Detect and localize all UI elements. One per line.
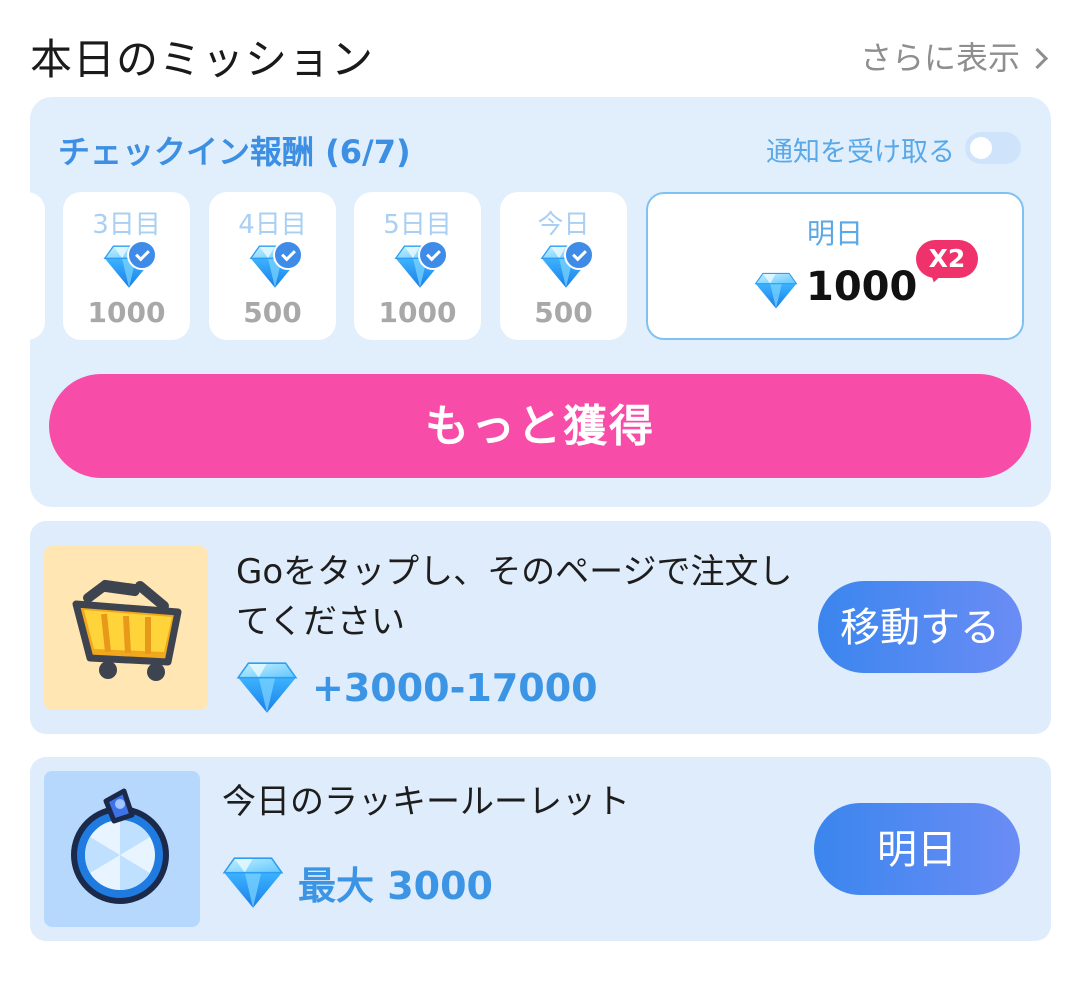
- gem-icon: [540, 240, 594, 290]
- day-cell-previous: [30, 192, 45, 340]
- gem-icon: [236, 661, 298, 715]
- check-icon: [127, 240, 157, 270]
- task-card-roulette: 今日のラッキールーレット 最大 3000 明日: [30, 757, 1051, 941]
- day-cell: 3日目 1000: [63, 192, 190, 340]
- gem-icon: [249, 240, 303, 290]
- multiplier-badge: X2: [916, 240, 978, 278]
- checkin-rewards-card: チェックイン報酬 (6/7) 通知を受け取る 3日目 1000 4日目 500 …: [30, 97, 1051, 507]
- toggle-knob: [970, 137, 992, 159]
- check-icon: [418, 240, 448, 270]
- gem-icon: [394, 240, 448, 290]
- earn-more-button[interactable]: もっと獲得: [49, 374, 1031, 478]
- tomorrow-button[interactable]: 明日: [814, 803, 1020, 895]
- see-more-label: さらに表示: [859, 39, 1020, 77]
- roulette-wheel-icon: [44, 771, 200, 927]
- tomorrow-value: 1000: [806, 264, 918, 310]
- reward-amount: +3000-17000: [312, 666, 598, 710]
- day-cell-today: 今日 500: [500, 192, 627, 340]
- day-value: 500: [534, 296, 593, 329]
- check-icon: [564, 240, 594, 270]
- chevron-right-icon: [1026, 47, 1049, 69]
- go-button[interactable]: 移動する: [818, 581, 1022, 673]
- notify-toggle[interactable]: [965, 132, 1021, 164]
- check-icon: [273, 240, 303, 270]
- notify-label: 通知を受け取る: [766, 137, 955, 168]
- checkin-title: チェックイン報酬 (6/7): [58, 133, 411, 171]
- day-cell-tomorrow: 明日 1000 X2: [646, 192, 1024, 340]
- day-label: 5日目: [383, 210, 452, 240]
- day-label: 今日: [537, 210, 590, 240]
- task-title: Goをタップし、そのページで注文してください: [236, 552, 793, 642]
- gem-icon: [103, 240, 157, 290]
- day-label: 4日目: [238, 210, 307, 240]
- day-value: 1000: [87, 296, 166, 329]
- page-title: 本日のミッション: [30, 35, 375, 84]
- see-more-link[interactable]: さらに表示: [859, 33, 1049, 79]
- gem-icon: [222, 856, 284, 910]
- task-reward: +3000-17000: [236, 661, 598, 715]
- day-value: 500: [243, 296, 302, 329]
- day-cell: 4日目 500: [209, 192, 336, 340]
- day-label: 3日目: [92, 210, 161, 240]
- shopping-cart-icon: [44, 546, 208, 710]
- task-card-order: Goをタップし、そのページで注文してください +3000-17000 移動する: [30, 521, 1051, 734]
- day-cell: 5日目 1000: [354, 192, 481, 340]
- day-value: 1000: [378, 296, 457, 329]
- reward-amount: 最大 3000: [298, 864, 493, 908]
- gem-icon: [754, 272, 798, 310]
- task-title: 今日のラッキールーレット: [222, 782, 630, 822]
- task-reward: 最大 3000: [222, 855, 493, 910]
